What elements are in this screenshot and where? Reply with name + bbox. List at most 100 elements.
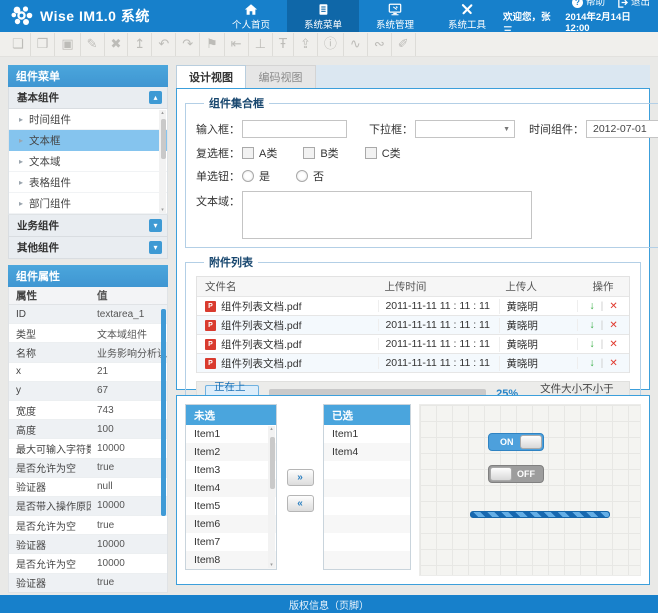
checkbox-icon[interactable] xyxy=(242,147,254,159)
new-file-icon[interactable]: ❏ xyxy=(6,33,31,56)
redo-icon[interactable]: ↷ xyxy=(176,33,200,56)
expand-icon[interactable]: ▾ xyxy=(149,241,162,254)
list-item[interactable]: Item7 xyxy=(186,533,276,551)
dropdown-select[interactable]: ▼ xyxy=(415,120,515,138)
delete-icon[interactable]: ✖ xyxy=(105,33,129,56)
attachment-file-link[interactable]: 组件列表文档.pdf xyxy=(221,299,302,314)
property-row[interactable]: 高度 100 xyxy=(9,420,167,439)
property-row[interactable]: 验证器 10000 xyxy=(9,535,167,554)
align-bottom-icon[interactable]: ⊥ xyxy=(249,33,273,56)
list-item[interactable]: Item4 xyxy=(186,479,276,497)
collapse-icon[interactable]: ▴ xyxy=(149,91,162,104)
pen-icon[interactable]: ✐ xyxy=(392,33,416,56)
property-row[interactable]: y 67 xyxy=(9,382,167,401)
list-item[interactable]: Item5 xyxy=(186,497,276,515)
delete-icon[interactable]: ✕ xyxy=(609,339,617,350)
component-properties-title: 组件属性 xyxy=(8,265,168,287)
attachment-file-link[interactable]: 组件列表文档.pdf xyxy=(221,356,302,371)
upload-icon[interactable]: ↥ xyxy=(128,33,152,56)
component-list-item[interactable]: ▸ 时间组件 xyxy=(9,109,167,130)
attachment-file-link[interactable]: 组件列表文档.pdf xyxy=(221,318,302,333)
undo-icon[interactable]: ↶ xyxy=(152,33,176,56)
list-item[interactable]: Item4 xyxy=(324,443,410,461)
toggle-switch-on[interactable]: ON xyxy=(488,433,544,451)
nav-item-system-management[interactable]: 系统管理 xyxy=(359,0,431,32)
property-row[interactable]: 验证器 null xyxy=(9,478,167,497)
property-row[interactable]: 是否带入操作原因 10000 xyxy=(9,497,167,516)
move-left-button[interactable]: « xyxy=(287,495,314,512)
property-row[interactable]: 是否允许为空 true xyxy=(9,516,167,535)
download-icon[interactable]: ↓ xyxy=(589,357,594,369)
line-chart-icon[interactable]: ∿ xyxy=(344,33,368,56)
property-row[interactable]: 类型 文本域组件 xyxy=(9,324,167,343)
radio-icon[interactable] xyxy=(242,170,254,182)
checkbox-icon[interactable] xyxy=(303,147,315,159)
property-row[interactable]: 是否允许为空 true xyxy=(9,459,167,478)
textarea-input[interactable] xyxy=(242,191,532,239)
checkbox-option[interactable]: B类 xyxy=(303,145,338,161)
property-row[interactable]: 验证器 true xyxy=(9,574,167,593)
list-item[interactable]: Item8 xyxy=(186,551,276,569)
property-row[interactable]: 宽度 743 xyxy=(9,401,167,420)
radio-option[interactable]: 否 xyxy=(296,168,324,184)
property-row[interactable]: x 21 xyxy=(9,363,167,382)
align-left-icon[interactable]: ⇤ xyxy=(225,33,249,56)
section-business-components[interactable]: 业务组件 ▾ xyxy=(8,215,168,237)
download-icon[interactable]: ↓ xyxy=(589,338,594,350)
property-row[interactable]: ID textarea_1 xyxy=(9,305,167,324)
toggle-switch-off[interactable]: OFF xyxy=(488,465,544,483)
property-row[interactable]: 是否允许为空 10000 xyxy=(9,554,167,573)
download-icon[interactable]: ↓ xyxy=(589,319,594,331)
attachment-file-link[interactable]: 组件列表文档.pdf xyxy=(221,337,302,352)
save-icon[interactable]: ▣ xyxy=(55,33,80,56)
delete-icon[interactable]: ✕ xyxy=(609,301,617,312)
export-icon[interactable]: ⇪ xyxy=(294,33,318,56)
help-button[interactable]: ? 帮助 xyxy=(572,0,605,9)
toggle-knob[interactable] xyxy=(490,467,512,481)
property-row[interactable]: 名称 业务影响分析说明 xyxy=(9,343,167,362)
flag-icon[interactable]: ⚑ xyxy=(200,33,225,56)
properties-scrollbar-thumb[interactable] xyxy=(161,309,166,516)
date-input[interactable]: 2012-07-01 xyxy=(586,120,658,138)
property-row[interactable]: 最大可输入字符数 10000 xyxy=(9,439,167,458)
logout-button[interactable]: 退出 xyxy=(617,0,650,9)
list-item[interactable]: Item1 xyxy=(186,425,276,443)
component-list-item[interactable]: ▸ 部门组件 xyxy=(9,193,167,214)
delete-icon[interactable]: ✕ xyxy=(609,320,617,331)
checkbox-option[interactable]: C类 xyxy=(365,145,401,161)
component-list-item[interactable]: ▸ 文本框 xyxy=(9,130,167,151)
info-icon[interactable]: ⓘ xyxy=(318,33,344,56)
radio-option[interactable]: 是 xyxy=(242,168,270,184)
edit-icon[interactable]: ✎ xyxy=(81,33,105,56)
nav-item-system-menu[interactable]: 系统菜单 xyxy=(287,0,359,32)
move-right-button[interactable]: » xyxy=(287,469,314,486)
curve-chart-icon[interactable]: ∾ xyxy=(368,33,392,56)
expand-icon[interactable]: ▾ xyxy=(149,219,162,232)
list-item[interactable]: Item1 xyxy=(324,425,410,443)
text-input[interactable] xyxy=(242,120,347,138)
tab-design-view[interactable]: 设计视图 xyxy=(176,65,246,88)
list-scrollbar-thumb[interactable] xyxy=(270,437,275,489)
nav-item-system-tools[interactable]: 系统工具 xyxy=(431,0,503,32)
toggle-knob[interactable] xyxy=(520,435,542,449)
list-item[interactable]: Item3 xyxy=(186,461,276,479)
section-other-components[interactable]: 其他组件 ▾ xyxy=(8,237,168,259)
nav-item-personal-home[interactable]: 个人首页 xyxy=(215,0,287,32)
tab-code-view[interactable]: 编码视图 xyxy=(246,65,316,88)
delete-icon[interactable]: ✕ xyxy=(609,358,617,369)
menu-scrollbar-thumb[interactable] xyxy=(161,119,166,159)
pdf-file-icon: P xyxy=(205,358,216,369)
pdf-file-icon: P xyxy=(205,320,216,331)
component-list-item[interactable]: ▸ 表格组件 xyxy=(9,172,167,193)
component-list-item[interactable]: ▸ 文本域 xyxy=(9,151,167,172)
checkbox-icon[interactable] xyxy=(365,147,377,159)
section-basic-components[interactable]: 基本组件 ▴ xyxy=(8,87,168,109)
open-folder-icon[interactable]: ❒ xyxy=(31,33,56,56)
text-tool-icon[interactable]: Ŧ xyxy=(273,33,294,56)
checkbox-option[interactable]: A类 xyxy=(242,145,277,161)
radio-icon[interactable] xyxy=(296,170,308,182)
list-item[interactable]: Item2 xyxy=(186,443,276,461)
design-canvas: ON OFF xyxy=(419,404,641,576)
list-item[interactable]: Item6 xyxy=(186,515,276,533)
download-icon[interactable]: ↓ xyxy=(589,300,594,312)
